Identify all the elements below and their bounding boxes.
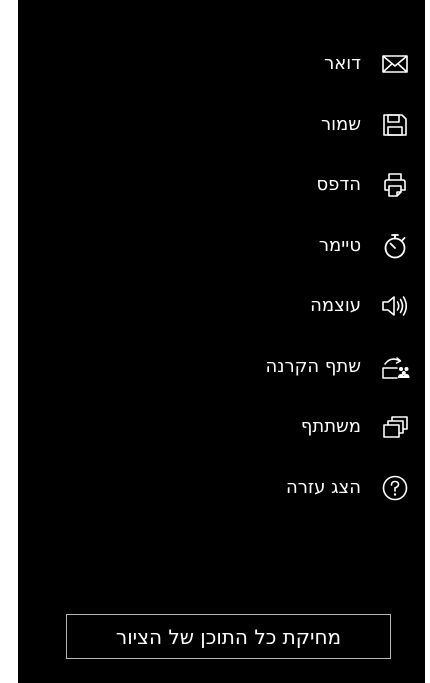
menu-item-save[interactable]: שמור: [49, 95, 409, 156]
help-icon: [381, 474, 409, 502]
menu-item-share-projection[interactable]: שתף הקרנה: [49, 337, 410, 398]
timer-icon: [381, 232, 409, 260]
timer-label: טיימר: [318, 234, 361, 256]
help-label: הצג עזרה: [286, 476, 361, 498]
menu-list: דואר שמור הדפס טיימר עוצמה שתף הקרנה משת…: [49, 34, 410, 519]
save-icon: [381, 111, 409, 139]
save-label: שמור: [320, 113, 361, 135]
mail-label: דואר: [324, 53, 361, 75]
participant-icon: [381, 413, 409, 441]
share-projection-icon: [381, 353, 410, 381]
menu-item-mail[interactable]: דואר: [49, 34, 409, 95]
share-projection-label: שתף הקרנה: [265, 355, 361, 377]
mail-icon: [381, 50, 409, 78]
menu-item-help[interactable]: הצג עזרה: [49, 458, 409, 519]
menu-panel: דואר שמור הדפס טיימר עוצמה שתף הקרנה משת…: [18, 0, 425, 683]
menu-item-print[interactable]: הדפס: [49, 155, 409, 216]
print-icon: [381, 171, 409, 199]
volume-label: עוצמה: [310, 295, 361, 317]
volume-icon: [381, 292, 409, 320]
clear-drawing-button[interactable]: מחיקת כל התוכן של הציור: [66, 614, 391, 659]
menu-item-timer[interactable]: טיימר: [49, 216, 409, 277]
menu-item-volume[interactable]: עוצמה: [49, 276, 409, 337]
print-label: הדפס: [316, 174, 361, 196]
menu-item-participant[interactable]: משתתף: [49, 397, 409, 458]
participant-label: משתתף: [300, 416, 361, 438]
